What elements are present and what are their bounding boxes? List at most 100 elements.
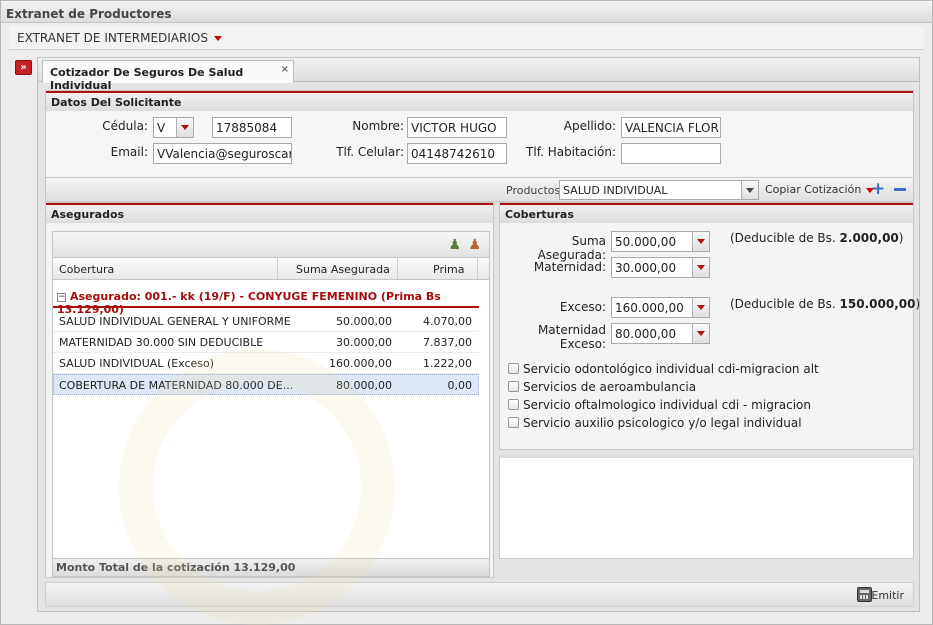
dropdown-button[interactable] (692, 298, 709, 317)
maternidad-exceso-label: Maternidad Exceso: (504, 323, 606, 351)
service-checkbox-psicologico[interactable] (508, 417, 519, 428)
cedula-type-select[interactable]: V (153, 117, 194, 138)
column-cobertura[interactable]: Cobertura (59, 263, 114, 276)
habitacion-label: Tlf. Habitación: (526, 145, 616, 159)
cell-suma: 160.000,00 (329, 357, 392, 370)
grid-header: Cobertura Suma Asegurada Prima (53, 258, 489, 280)
cedula-label: Cédula: (102, 119, 148, 133)
deducible-note-1: (Deducible de Bs. 2.000,00) (730, 231, 903, 245)
cell-cobertura: SALUD INDIVIDUAL GENERAL Y UNIFORME (59, 315, 291, 328)
exceso-select[interactable]: 160.000,00 (611, 297, 710, 318)
maternidad-value: 30.000,00 (615, 261, 677, 275)
table-row[interactable]: MATERNIDAD 30.000 SIN DEDUCIBLE 30.000,0… (53, 332, 479, 353)
nombre-field[interactable]: VICTOR HUGO (407, 117, 507, 138)
chevron-down-icon (697, 265, 705, 270)
grid-footer-total: Monto Total de la cotización 13.129,00 (53, 558, 489, 576)
service-checkbox-oftalmologico[interactable] (508, 399, 519, 410)
maternidad-label: Maternidad: (533, 260, 606, 274)
cell-cobertura: COBERTURA DE MATERNIDAD 80.000 DE... (59, 379, 294, 392)
coberturas-panel: Coberturas Suma Asegurada: 50.000,00 (De… (499, 202, 920, 450)
window-title: Extranet de Productores (1, 1, 932, 23)
app-window: Extranet de Productores EXTRANET DE INTE… (0, 0, 933, 625)
cell-suma: 80.000,00 (336, 379, 392, 392)
tab-cotizador[interactable]: Cotizador De Seguros De Salud Individual… (42, 60, 294, 92)
cell-suma: 30.000,00 (336, 336, 392, 349)
bottom-toolbar: Emitir (45, 582, 914, 607)
dropdown-button[interactable] (692, 258, 709, 277)
cedula-number-field[interactable]: 17885084 (212, 117, 292, 138)
dropdown-button[interactable] (692, 324, 709, 343)
service-label: Servicio auxilio psicologico y/o legal i… (523, 416, 802, 430)
exceso-label: Exceso: (559, 300, 606, 314)
close-icon[interactable]: × (281, 64, 289, 75)
add-user-icon[interactable]: ♟ (448, 237, 461, 253)
chevron-down-icon (697, 331, 705, 336)
plus-icon[interactable]: + (871, 179, 885, 199)
exceso-value: 160.000,00 (615, 301, 684, 315)
service-label: Servicio odontológico individual cdi-mig… (523, 362, 819, 376)
cell-prima: 0,00 (447, 379, 473, 392)
service-label: Servicios de aeroambulancia (523, 380, 697, 394)
notes-area[interactable] (499, 455, 914, 559)
tab-label: Cotizador De Seguros De Salud Individual (50, 66, 244, 92)
productos-value: SALUD INDIVIDUAL (563, 184, 668, 197)
minus-icon[interactable] (894, 188, 906, 191)
double-chevron-right-icon[interactable]: » (15, 60, 32, 75)
dropdown-button[interactable] (176, 118, 193, 137)
email-field[interactable]: VValencia@seguroscaracas (153, 143, 292, 164)
table-row[interactable]: COBERTURA DE MATERNIDAD 80.000 DE... 80.… (53, 374, 479, 395)
deducible-prefix: (Deducible de Bs. (730, 231, 840, 245)
dropdown-button[interactable] (741, 181, 758, 199)
solicitante-header: Datos Del Solicitante (46, 91, 913, 111)
deducible-amount: 2.000,00 (839, 231, 899, 245)
cell-cobertura: MATERNIDAD 30.000 SIN DEDUCIBLE (59, 336, 264, 349)
menu-intermediarios[interactable]: EXTRANET DE INTERMEDIARIOS (17, 31, 222, 45)
suma-asegurada-label: Suma Asegurada: (537, 234, 606, 262)
dropdown-button[interactable] (692, 232, 709, 251)
productos-label: Productos (506, 184, 561, 197)
copiar-cotizacion-label: Copiar Cotización (765, 183, 862, 196)
copiar-cotizacion-button[interactable]: Copiar Cotización (765, 183, 875, 196)
deducible-suffix: ) (915, 297, 921, 311)
calculator-icon (857, 587, 872, 602)
service-checkbox-odontologico[interactable] (508, 363, 519, 374)
suma-asegurada-select[interactable]: 50.000,00 (611, 231, 710, 252)
menu-intermediarios-label: EXTRANET DE INTERMEDIARIOS (17, 31, 208, 45)
chevron-down-icon (181, 125, 189, 130)
cedula-type-value: V (157, 121, 166, 135)
solicitante-panel: Datos Del Solicitante Cédula: V 17885084… (45, 90, 914, 178)
table-row[interactable]: SALUD INDIVIDUAL (Exceso) 160.000,00 1.2… (53, 353, 479, 374)
collapse-icon[interactable]: − (57, 292, 66, 302)
apellido-field[interactable]: VALENCIA FLOR (621, 117, 721, 138)
cell-cobertura: SALUD INDIVIDUAL (Exceso) (59, 357, 215, 370)
asegurados-header: Asegurados (46, 203, 493, 223)
celular-field[interactable]: 04148742610 (407, 143, 507, 164)
productos-select[interactable]: SALUD INDIVIDUAL (559, 180, 759, 200)
remove-user-icon[interactable]: ♟ (468, 237, 481, 253)
solicitante-form: Cédula: V 17885084 Nombre: VICTOR HUGO A… (46, 111, 913, 177)
maternidad-select[interactable]: 30.000,00 (611, 257, 710, 278)
service-label: Servicio oftalmologico individual cdi - … (523, 398, 811, 412)
deducible-prefix: (Deducible de Bs. (730, 297, 840, 311)
cell-prima: 1.222,00 (423, 357, 472, 370)
email-label: Email: (110, 145, 148, 159)
maternidad-exceso-select[interactable]: 80.000,00 (611, 323, 710, 344)
emitir-label: Emitir (871, 589, 904, 602)
table-row[interactable]: SALUD INDIVIDUAL GENERAL Y UNIFORME 50.0… (53, 311, 479, 332)
group-row[interactable]: − Asegurado: 001.- kk (19/F) - CONYUGE FE… (53, 286, 479, 316)
maternidad-exceso-label-line2: Exceso: (559, 337, 606, 351)
cell-prima: 7.837,00 (423, 336, 472, 349)
deducible-suffix: ) (898, 231, 904, 245)
column-suma[interactable]: Suma Asegurada (296, 263, 390, 276)
column-divider (477, 258, 478, 279)
maternidad-exceso-label-line1: Maternidad (537, 323, 606, 337)
chevron-down-icon (697, 239, 705, 244)
menu-bar: EXTRANET DE INTERMEDIARIOS (9, 26, 924, 50)
column-prima[interactable]: Prima (433, 263, 464, 276)
chevron-down-icon (697, 305, 705, 310)
habitacion-field[interactable] (621, 143, 721, 164)
service-checkbox-aeroambulancia[interactable] (508, 381, 519, 392)
cell-prima: 4.070,00 (423, 315, 472, 328)
coberturas-header: Coberturas (500, 203, 913, 223)
nombre-label: Nombre: (352, 119, 404, 133)
